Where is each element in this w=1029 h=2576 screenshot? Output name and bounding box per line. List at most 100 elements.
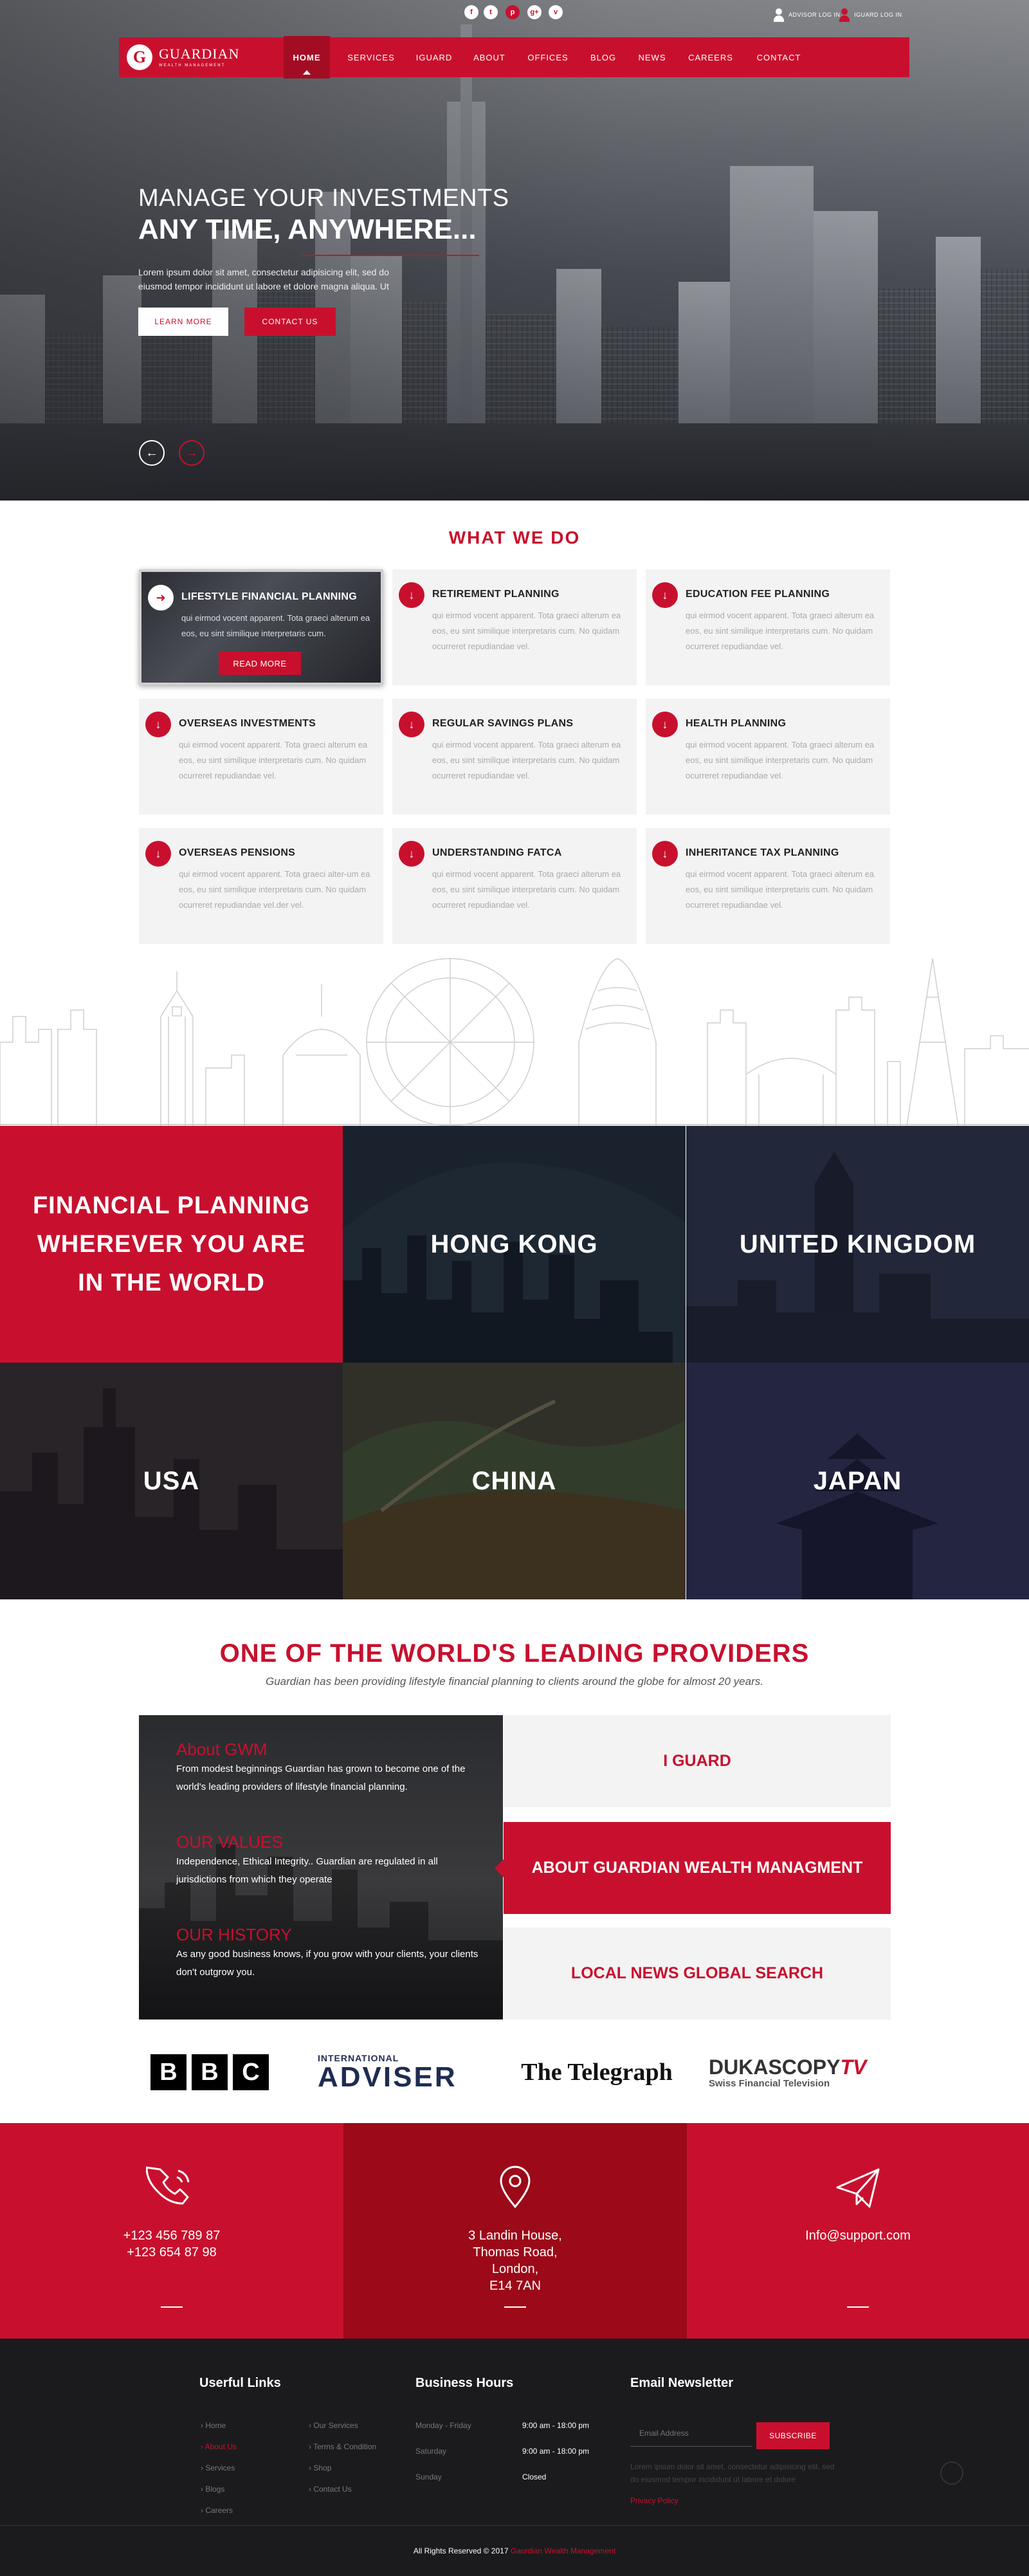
providers-title: ONE OF THE WORLD'S LEADING PROVIDERS [219, 1639, 810, 1668]
logo[interactable]: G GUARDIAN WEALTH MANAGEMENT [127, 42, 239, 72]
service-card[interactable]: ↓ REGULAR SAVINGS PLANS qui eirmod vocen… [392, 699, 637, 814]
location-tile-china[interactable]: CHINA [343, 1363, 686, 1599]
hours-day: Monday - Friday [415, 2421, 471, 2430]
hours-time: 9:00 am - 18:00 pm [522, 2447, 590, 2456]
location-tile-japan[interactable]: JAPAN [686, 1363, 1029, 1599]
nav-about[interactable]: ABOUT [464, 37, 515, 77]
nav-careers[interactable]: CAREERS [678, 37, 743, 77]
nav-home[interactable]: HOME [284, 36, 330, 78]
nav-services[interactable]: SERVICES [338, 37, 405, 77]
location-label: USA [143, 1466, 200, 1495]
footer-link-services[interactable]: Services [201, 2463, 235, 2472]
footer-link-home[interactable]: Home [201, 2421, 226, 2430]
twitter-icon[interactable]: t [484, 5, 498, 19]
service-card[interactable]: ↓ UNDERSTANDING FATCA qui eirmod vocent … [392, 828, 637, 944]
about-heading: OUR VALUES [176, 1832, 283, 1852]
nav-contact[interactable]: CONTACT [747, 37, 811, 77]
nav-iguard[interactable]: IGUARD [408, 37, 460, 77]
tab-local-news[interactable]: LOCAL NEWS GLOBAL SEARCH [504, 1927, 891, 2019]
facebook-icon[interactable]: f [464, 5, 478, 19]
read-more-button[interactable]: READ MORE [219, 652, 301, 675]
arrow-down-icon: ↓ [399, 841, 424, 867]
nav-news[interactable]: NEWS [630, 37, 675, 77]
arrow-down-icon: ↓ [145, 841, 171, 867]
bbc-logo: B B C [147, 2050, 273, 2095]
copyright-text: All Rights Reserved © 2017 Gaurdian Weal… [413, 2546, 616, 2555]
location-tile-uk[interactable]: UNITED KINGDOM [686, 1126, 1029, 1363]
location-lead-tile: FINANCIAL PLANNING WHEREVER YOU ARE IN T… [0, 1126, 343, 1363]
city-skyline-illustration [0, 958, 1029, 1126]
contact-email[interactable]: Info@support.com [687, 2227, 1029, 2244]
footer-link-shop[interactable]: Shop [309, 2463, 331, 2472]
footer-link-blogs[interactable]: Blogs [201, 2485, 224, 2494]
service-card[interactable]: ↓ RETIREMENT PLANNING qui eirmod vocent … [392, 569, 637, 685]
hours-day: Sunday [415, 2472, 442, 2481]
contact-phone-text: +123 456 789 87 +123 654 87 98 [0, 2227, 343, 2261]
hero-text: Lorem ipsum dolor sit amet, consectetur … [138, 267, 389, 291]
arrow-left-icon[interactable]: ← [139, 440, 165, 466]
footer-link-our-services[interactable]: Our Services [309, 2421, 358, 2430]
service-card[interactable]: ↓ INHERITANCE TAX PLANNING qui eirmod vo… [646, 828, 890, 944]
scroll-top-icon[interactable] [940, 2461, 963, 2485]
contact-address-text: 3 Landin House, Thomas Road, London, E14… [468, 2229, 562, 2293]
phone-number-1[interactable]: +123 456 789 87 [0, 2227, 343, 2244]
iguard-login-link[interactable]: IGUARD LOG IN [839, 8, 902, 22]
arrow-down-icon: ↓ [652, 841, 678, 867]
footer-link-terms[interactable]: Terms & Condition [309, 2442, 376, 2451]
footer-link-contact[interactable]: Contact Us [309, 2485, 351, 2494]
nav-blog[interactable]: BLOG [581, 37, 626, 77]
hero-divider [302, 255, 479, 256]
service-card-title: HEALTH PLANNING [686, 718, 787, 729]
service-card[interactable]: ↓ HEALTH PLANNING qui eirmod vocent appa… [646, 699, 890, 814]
service-card[interactable]: ↓ OVERSEAS INVESTMENTS qui eirmod vocent… [139, 699, 383, 814]
service-card[interactable]: ↓ OVERSEAS PENSIONS qui eirmod vocent ap… [139, 828, 383, 944]
arrow-right-icon[interactable]: → [179, 440, 205, 466]
logo-icon: G [127, 44, 152, 70]
learn-more-button[interactable]: LEARN MORE [138, 308, 228, 336]
arrow-down-icon: ↓ [399, 712, 424, 737]
service-card-title: RETIREMENT PLANNING [432, 589, 560, 600]
divider [504, 2306, 526, 2308]
service-card-desc: qui eirmod vocent apparent. Tota graeci … [686, 740, 875, 780]
tab-iguard[interactable]: I GUARD [504, 1715, 891, 1807]
newsletter-heading: Email Newsletter [630, 2376, 734, 2390]
location-label: CHINA [471, 1466, 557, 1495]
service-card-title: LIFESTYLE FINANCIAL PLANNING [181, 591, 357, 602]
contact-us-button[interactable]: CONTACT US [244, 308, 336, 336]
footer-divider [0, 2525, 1029, 2526]
contact-email-block: Info@support.com [687, 2123, 1029, 2339]
hero-heading-line2: ANY TIME, ANYWHERE... [138, 214, 477, 245]
vimeo-icon[interactable]: v [549, 5, 563, 19]
service-card-title: UNDERSTANDING FATCA [432, 847, 562, 858]
hero-heading-line1: MANAGE YOUR INVESTMENTS [138, 185, 509, 212]
location-tile-hong-kong[interactable]: HONG KONG [343, 1126, 686, 1363]
phone-number-2[interactable]: +123 654 87 98 [0, 2244, 343, 2261]
footer-link-about[interactable]: About Us [201, 2442, 237, 2451]
footer-link-careers[interactable]: Careers [201, 2506, 233, 2515]
location-label: UNITED KINGDOM [739, 1229, 976, 1258]
service-card[interactable]: ➜ LIFESTYLE FINANCIAL PLANNING qui eirmo… [139, 569, 383, 685]
service-card[interactable]: ↓ EDUCATION FEE PLANNING qui eirmod voce… [646, 569, 890, 685]
newsletter-email-input[interactable] [630, 2420, 752, 2447]
nav-offices[interactable]: OFFICES [519, 37, 577, 77]
service-card-desc: qui eirmod vocent apparent. Tota graeci … [686, 611, 875, 651]
service-card-title: INHERITANCE TAX PLANNING [686, 847, 839, 858]
copyright-brand[interactable]: Gaurdian Wealth Management [511, 2546, 615, 2555]
phone-icon [146, 2166, 190, 2205]
service-card-title: OVERSEAS INVESTMENTS [179, 718, 316, 729]
about-heading: About GWM [176, 1740, 268, 1759]
privacy-policy-link[interactable]: Privacy Policy [630, 2496, 678, 2505]
logo-name: GUARDIAN [159, 46, 240, 62]
location-label: JAPAN [813, 1466, 902, 1495]
main-navbar: G GUARDIAN WEALTH MANAGEMENT HOME SERVIC… [119, 36, 909, 78]
subscribe-button[interactable]: SUBSCRIBE [756, 2422, 830, 2449]
google-plus-icon[interactable]: g+ [527, 5, 542, 19]
advisor-login-link[interactable]: ADVISOR LOG IN [773, 8, 841, 22]
hours-day: Saturday [415, 2447, 447, 2456]
divider [847, 2306, 869, 2308]
tab-about-guardian[interactable]: ABOUT GUARDIAN WEALTH MANAGMENT [495, 1822, 891, 1914]
location-tile-usa[interactable]: USA [0, 1363, 343, 1599]
service-card-title: OVERSEAS PENSIONS [179, 847, 296, 858]
about-text: From modest beginnings Guardian has grow… [176, 1763, 466, 1792]
pinterest-icon[interactable]: p [505, 5, 520, 19]
